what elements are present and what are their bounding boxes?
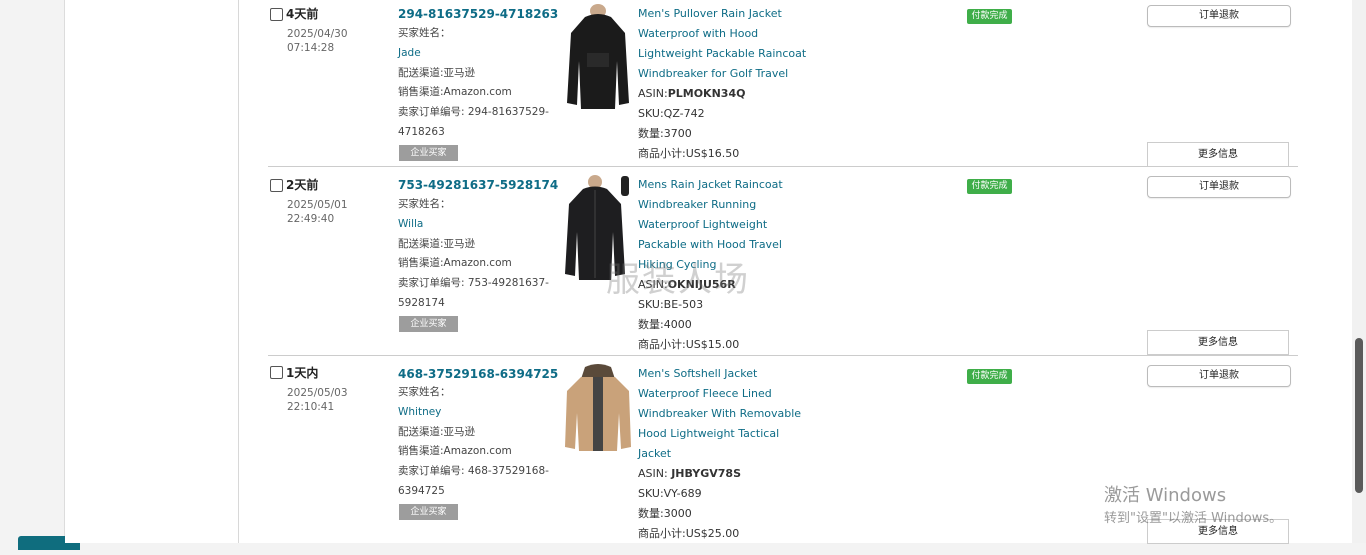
- buyer-name-link[interactable]: Willa: [398, 215, 558, 235]
- scrollbar-thumb[interactable]: [1355, 338, 1363, 493]
- asin-value: JHBYGV78S: [671, 467, 742, 480]
- more-info-button[interactable]: 更多信息: [1147, 142, 1289, 167]
- product-info: Men's Softshell Jacket Waterproof Fleece…: [638, 364, 818, 544]
- order-select-checkbox[interactable]: [270, 8, 283, 21]
- filter-panel: [65, 0, 239, 543]
- order-refund-button[interactable]: 订单退款: [1147, 176, 1291, 198]
- product-title-line[interactable]: Waterproof Fleece Lined: [638, 384, 818, 404]
- seller-order-number: 卖家订单编号: 468-37529168-: [398, 465, 549, 478]
- item-subtotal: 商品小计:US$25.00: [638, 527, 740, 540]
- product-title-line[interactable]: Hood Lightweight Tactical: [638, 424, 818, 444]
- order-details: 买家姓名： Willa 配送渠道:亚马逊 销售渠道:Amazon.com 卖家订…: [398, 195, 558, 314]
- order-date: 2025/04/30 07:14:28: [287, 27, 348, 55]
- order-date-time: 22:10:41: [287, 401, 335, 413]
- order-select-checkbox[interactable]: [270, 366, 283, 379]
- payment-status-badge: 付款完成: [967, 9, 1012, 24]
- sku: SKU:QZ-742: [638, 107, 705, 120]
- seller-order-number-tail: 6394725: [398, 484, 445, 497]
- product-title-line[interactable]: Waterproof with Hood: [638, 24, 818, 44]
- delivery-channel: 配送渠道:亚马逊: [398, 425, 476, 438]
- left-sidebar: [0, 0, 65, 543]
- seller-order-number-tail: 4718263: [398, 125, 445, 138]
- order-date-day: 2025/05/01: [287, 199, 348, 211]
- order-age: 2天前: [286, 178, 319, 192]
- item-subtotal: 商品小计:US$16.50: [638, 147, 740, 160]
- product-title-line[interactable]: Windbreaker Running: [638, 195, 818, 215]
- order-age: 4天前: [286, 7, 319, 21]
- order-details: 买家姓名： Whitney 配送渠道:亚马逊 销售渠道:Amazon.com 卖…: [398, 383, 558, 502]
- business-buyer-badge: 企业买家: [399, 316, 458, 332]
- watermark-text: 服装人场: [606, 260, 750, 300]
- order-date-day: 2025/05/03: [287, 387, 348, 399]
- business-buyer-badge: 企业买家: [399, 504, 458, 520]
- buyer-name-link[interactable]: Jade: [398, 44, 558, 64]
- payment-status-badge: 付款完成: [967, 179, 1012, 194]
- quantity: 数量:3000: [638, 507, 692, 520]
- order-row: 2天前 2025/05/01 22:49:40 753-49281637-592…: [268, 166, 1298, 356]
- product-title-line[interactable]: Mens Rain Jacket Raincoat: [638, 175, 818, 195]
- order-id-link[interactable]: 294-81637529-4718263: [398, 7, 558, 21]
- more-info-button[interactable]: 更多信息: [1147, 330, 1289, 355]
- order-date-time: 22:49:40: [287, 213, 335, 225]
- product-info: Men's Pullover Rain Jacket Waterproof wi…: [638, 4, 818, 164]
- vertical-scrollbar[interactable]: [1352, 0, 1366, 543]
- sku: SKU:VY-689: [638, 487, 702, 500]
- jacket-image: [563, 363, 633, 453]
- item-subtotal: 商品小计:US$15.00: [638, 338, 740, 351]
- order-id-link[interactable]: 468-37529168-6394725: [398, 367, 558, 381]
- product-title-line[interactable]: Windbreaker With Removable: [638, 404, 818, 424]
- jacket-image: [563, 3, 633, 113]
- product-thumbnail[interactable]: [563, 3, 633, 113]
- order-select-checkbox[interactable]: [270, 179, 283, 192]
- business-buyer-badge: 企业买家: [399, 145, 458, 161]
- order-date-day: 2025/04/30: [287, 28, 348, 40]
- sales-channel: 销售渠道:Amazon.com: [398, 445, 512, 458]
- buyer-label: 买家姓名：: [398, 198, 451, 210]
- asin: ASIN: JHBYGV78S: [638, 464, 818, 484]
- windows-activation-hint: 转到"设置"以激活 Windows。: [1104, 511, 1283, 526]
- product-title-line[interactable]: Jacket: [638, 444, 818, 464]
- product-title-line[interactable]: Windbreaker for Golf Travel: [638, 64, 818, 84]
- order-age: 1天内: [286, 366, 319, 380]
- order-date: 2025/05/03 22:10:41: [287, 386, 348, 414]
- asin: ASIN:PLMOKN34Q: [638, 84, 818, 104]
- sales-channel: 销售渠道:Amazon.com: [398, 86, 512, 99]
- buyer-label: 买家姓名：: [398, 386, 451, 398]
- asin-label: ASIN:: [638, 87, 668, 100]
- payment-status-badge: 付款完成: [967, 369, 1012, 384]
- windows-activation-title: 激活 Windows: [1104, 485, 1227, 506]
- product-thumbnail[interactable]: [563, 363, 633, 473]
- order-refund-button[interactable]: 订单退款: [1147, 5, 1291, 27]
- sales-channel: 销售渠道:Amazon.com: [398, 257, 512, 270]
- seller-order-number-tail: 5928174: [398, 296, 445, 309]
- buyer-name-link[interactable]: Whitney: [398, 403, 558, 423]
- order-row: 4天前 2025/04/30 07:14:28 294-81637529-471…: [268, 0, 1298, 167]
- buyer-label: 买家姓名：: [398, 27, 451, 39]
- order-refund-button[interactable]: 订单退款: [1147, 365, 1291, 387]
- quantity: 数量:4000: [638, 318, 692, 331]
- asin-value: PLMOKN34Q: [667, 87, 746, 100]
- product-title-line[interactable]: Lightweight Packable Raincoat: [638, 44, 818, 64]
- seller-order-number: 卖家订单编号: 294-81637529-: [398, 106, 549, 119]
- order-id-link[interactable]: 753-49281637-5928174: [398, 178, 558, 192]
- delivery-channel: 配送渠道:亚马逊: [398, 66, 476, 79]
- order-date-time: 07:14:28: [287, 42, 335, 54]
- quantity: 数量:3700: [638, 127, 692, 140]
- product-title-line[interactable]: Waterproof Lightweight: [638, 215, 818, 235]
- delivery-channel: 配送渠道:亚马逊: [398, 237, 476, 250]
- product-title-line[interactable]: Men's Softshell Jacket: [638, 364, 818, 384]
- seller-order-number: 卖家订单编号: 753-49281637-: [398, 277, 549, 290]
- product-title-line[interactable]: Men's Pullover Rain Jacket: [638, 4, 818, 24]
- order-details: 买家姓名： Jade 配送渠道:亚马逊 销售渠道:Amazon.com 卖家订单…: [398, 24, 558, 143]
- asin-label: ASIN:: [638, 467, 672, 480]
- order-date: 2025/05/01 22:49:40: [287, 198, 348, 226]
